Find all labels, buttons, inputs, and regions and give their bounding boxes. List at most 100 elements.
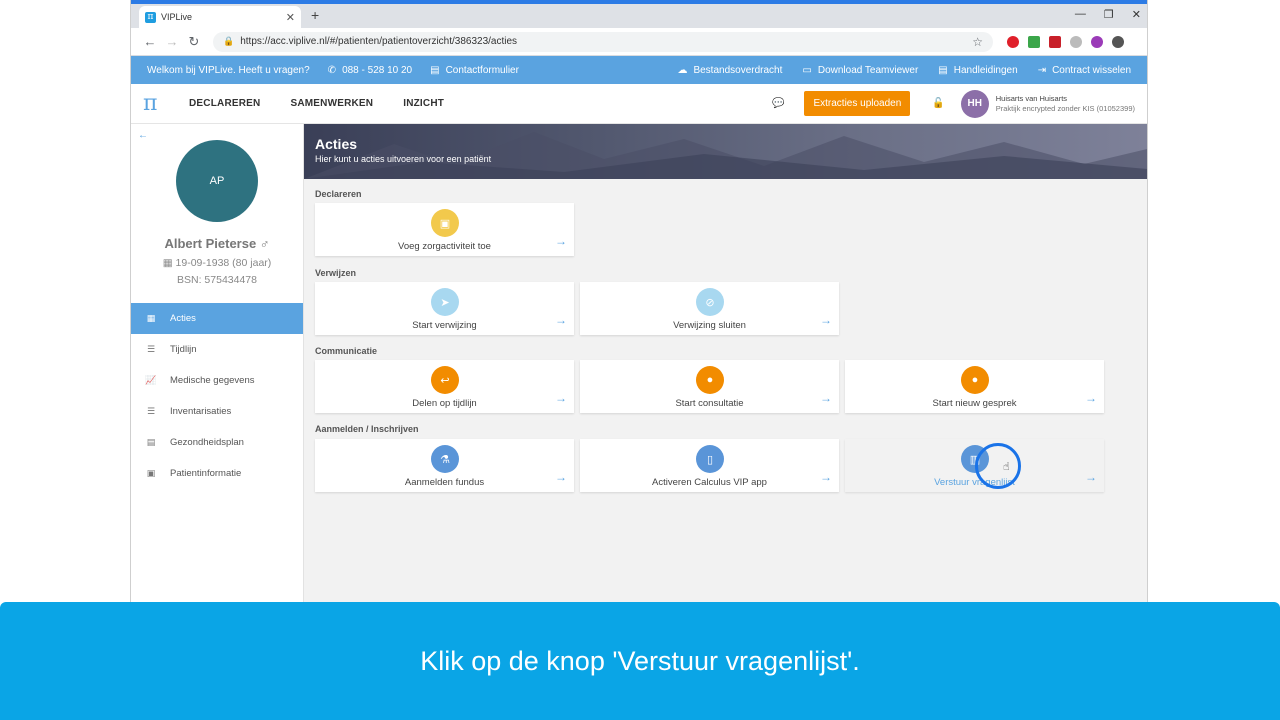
chat-icon[interactable]: 💬 bbox=[772, 98, 784, 109]
user-info[interactable]: Huisarts van Huisarts Praktijk encrypted… bbox=[996, 94, 1135, 114]
close-window-button[interactable]: ✕ bbox=[1132, 8, 1141, 21]
arrow-right-icon: → bbox=[1085, 391, 1097, 405]
card-label: Voeg zorgactiviteit toe bbox=[398, 241, 491, 252]
opera-extension-icon[interactable] bbox=[1007, 35, 1019, 48]
user-avatar[interactable]: HH bbox=[960, 89, 989, 118]
sidebar-item-label: Gezondheidsplan bbox=[170, 437, 244, 448]
sidebar-item-gezondheidsplan[interactable]: ▤ Gezondheidsplan bbox=[131, 427, 303, 458]
card-label: Activeren Calculus VIP app bbox=[652, 477, 767, 488]
moon-extension-icon[interactable] bbox=[1070, 35, 1082, 48]
sidebar-item-patientinformatie[interactable]: ▣ Patientinformatie bbox=[131, 458, 303, 489]
sidebar-item-acties[interactable]: ▦ Acties bbox=[131, 303, 303, 334]
nav-samenwerken[interactable]: SAMENWERKEN bbox=[290, 98, 373, 109]
app-header: π DECLAREREN SAMENWERKEN INZICHT 💬 Extra… bbox=[131, 84, 1147, 124]
user-name: Huisarts van Huisarts bbox=[995, 93, 1068, 103]
section-communicatie: Communicatie bbox=[315, 346, 378, 356]
info-bar: Welkom bij VIPLive. Heeft u vragen? ✆ 088… bbox=[131, 56, 1147, 84]
section-aanmelden: Aanmelden / Inschrijven bbox=[315, 424, 419, 434]
transfer-link[interactable]: ☁ Bestandsoverdracht bbox=[677, 65, 782, 76]
transfer-label: Bestandsoverdracht bbox=[693, 64, 783, 76]
phone-link[interactable]: ✆ 088 - 528 10 20 bbox=[328, 65, 412, 76]
nav-declareren[interactable]: DECLAREREN bbox=[189, 98, 260, 109]
main-nav: DECLAREREN SAMENWERKEN INZICHT bbox=[189, 98, 444, 109]
contact-link[interactable]: ▤ Contactformulier bbox=[430, 65, 519, 76]
reload-icon[interactable]: ↻ bbox=[183, 34, 205, 50]
patient-dob-text: 19-09-1938 (80 jaar) bbox=[175, 257, 272, 269]
lock-icon: 🔒 bbox=[223, 36, 235, 46]
minimize-button[interactable]: — bbox=[1075, 8, 1086, 21]
register-fundus-card[interactable]: ⚗ Aanmelden fundus → bbox=[315, 439, 574, 492]
start-consultation-card[interactable]: ● Start consultatie → bbox=[580, 360, 839, 413]
teamviewer-label: Download Teamviewer bbox=[817, 64, 919, 76]
flask-icon: ⚗ bbox=[431, 445, 459, 473]
tab-close-icon[interactable]: ✕ bbox=[286, 11, 295, 24]
unlock-icon[interactable]: 🔓 bbox=[932, 98, 944, 109]
start-referral-card[interactable]: ➤ Start verwijzing → bbox=[315, 282, 574, 335]
send-questionnaire-card[interactable]: ▥ Verstuur vragenlijst → ☝ bbox=[845, 439, 1104, 492]
calendar-icon: ▦ bbox=[146, 313, 156, 323]
browser-window: π VIPLive ✕ + — ❐ ✕ ← → ↻ 🔒 https://acc.… bbox=[130, 0, 1148, 602]
back-arrow-icon[interactable]: ← bbox=[138, 130, 148, 141]
arrow-right-icon: → bbox=[555, 234, 567, 248]
welcome-text: Welkom bij VIPLive. Heeft u vragen? bbox=[147, 64, 310, 76]
shield-extension-icon[interactable] bbox=[1049, 35, 1061, 48]
arrow-right-icon: → bbox=[555, 391, 567, 405]
sidebar-menu: ▦ Acties ☰ Tijdlijn 📈 Medische gegevens ☰ In… bbox=[131, 303, 303, 489]
patient-avatar: AP bbox=[176, 140, 258, 222]
cube-icon: ▣ bbox=[431, 209, 459, 237]
arrow-right-icon: → bbox=[820, 470, 832, 484]
new-extension-icon[interactable] bbox=[1028, 35, 1040, 48]
teamviewer-link[interactable]: ▭ Download Teamviewer bbox=[802, 65, 918, 76]
card-label: Start consultatie bbox=[675, 398, 744, 409]
sidebar-item-label: Tijdlijn bbox=[170, 344, 197, 355]
monitor-icon: ▭ bbox=[802, 64, 812, 76]
hand-cursor-icon: ☝ bbox=[1003, 461, 1010, 473]
share-timeline-card[interactable]: ↩ Delen op tijdlijn → bbox=[315, 360, 574, 413]
nav-inzicht[interactable]: INZICHT bbox=[403, 98, 444, 109]
sidebar-item-label: Inventarisaties bbox=[170, 406, 232, 417]
actions-content: Acties Hier kunt u acties uitvoeren voor… bbox=[304, 124, 1147, 602]
profile-extension-icon[interactable] bbox=[1091, 35, 1103, 48]
manual-icon: ▤ bbox=[938, 64, 948, 76]
contact-label: Contactformulier bbox=[445, 64, 519, 76]
add-care-activity-card[interactable]: ▣ Voeg zorgactiviteit toe → bbox=[315, 203, 574, 256]
instruction-caption: Klik op de knop 'Verstuur vragenlijst'. bbox=[0, 602, 1280, 720]
document-icon: ▤ bbox=[430, 64, 440, 76]
phone-number: 088 - 528 10 20 bbox=[342, 64, 413, 76]
patient-name: Albert Pieterse ♂ bbox=[164, 236, 270, 251]
patient-bsn: BSN: 575434478 bbox=[177, 274, 257, 286]
paper-plane-icon: ➤ bbox=[431, 288, 459, 316]
switch-label: Contract wisselen bbox=[1052, 64, 1131, 76]
viplive-logo[interactable]: π bbox=[143, 91, 187, 116]
url-field[interactable]: 🔒 https://acc.viplive.nl/#/patienten/pat… bbox=[213, 31, 993, 52]
forward-arrow-icon[interactable]: → bbox=[161, 34, 183, 49]
maximize-button[interactable]: ❐ bbox=[1104, 8, 1114, 21]
sidebar-item-tijdlijn[interactable]: ☰ Tijdlijn bbox=[131, 334, 303, 365]
start-conversation-card[interactable]: ● Start nieuw gesprek → bbox=[845, 360, 1104, 413]
back-arrow-icon[interactable]: ← bbox=[139, 34, 161, 49]
browser-tab[interactable]: π VIPLive ✕ bbox=[139, 6, 301, 28]
chat-bubbles-icon: ● bbox=[696, 366, 724, 394]
viplive-favicon-icon: π bbox=[145, 11, 156, 23]
page-title: Acties bbox=[315, 136, 358, 152]
tab-bar: π VIPLive ✕ + — ❐ ✕ bbox=[131, 4, 1147, 28]
unlink-icon: ⊘ bbox=[696, 288, 724, 316]
menu-extension-icon[interactable] bbox=[1112, 35, 1124, 48]
arrow-right-icon: → bbox=[820, 313, 832, 327]
arrow-right-icon: → bbox=[820, 391, 832, 405]
sidebar-item-medische-gegevens[interactable]: 📈 Medische gegevens bbox=[131, 365, 303, 396]
activate-calculus-card[interactable]: ▯ Activeren Calculus VIP app → bbox=[580, 439, 839, 492]
card-label: Verwijzing sluiten bbox=[673, 320, 746, 331]
sidebar-item-inventarisaties[interactable]: ☰ Inventarisaties bbox=[131, 396, 303, 427]
arrow-right-icon: → bbox=[1085, 470, 1097, 484]
switch-contract-link[interactable]: ⇥ Contract wisselen bbox=[1038, 65, 1131, 76]
manuals-link[interactable]: ▤ Handleidingen bbox=[938, 65, 1017, 76]
close-referral-card[interactable]: ⊘ Verwijzing sluiten → bbox=[580, 282, 839, 335]
file-icon: ▤ bbox=[146, 437, 156, 447]
window-controls: — ❐ ✕ bbox=[1075, 8, 1141, 21]
upload-extractions-button[interactable]: Extracties uploaden bbox=[804, 91, 911, 116]
phone-icon: ✆ bbox=[327, 64, 337, 76]
url-text: https://acc.viplive.nl/#/patienten/patie… bbox=[240, 36, 518, 47]
new-tab-button[interactable]: + bbox=[311, 7, 319, 23]
bookmark-star-icon[interactable]: ☆ bbox=[972, 35, 983, 49]
